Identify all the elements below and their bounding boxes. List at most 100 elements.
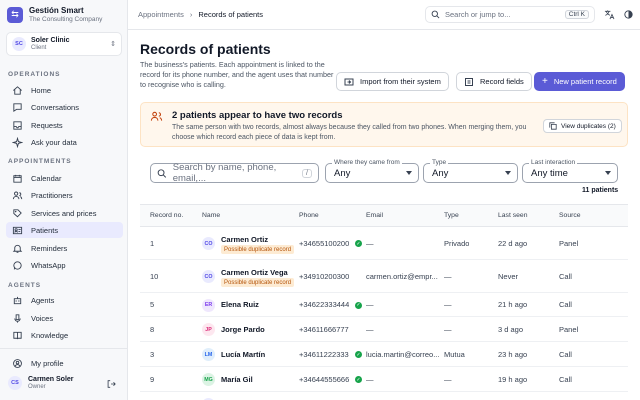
phone: +34655100200 [299,238,350,248]
sidebar-item-patients[interactable]: Patients [6,222,123,238]
sidebar-item-voices[interactable]: Voices [6,310,123,326]
global-search[interactable]: Search or jump to... Ctrl K [425,6,595,23]
topbar: Appointments › Records of patients Searc… [128,0,640,30]
col-last-seen[interactable]: Last seen [498,212,527,219]
breadcrumb-appointments[interactable]: Appointments [138,10,184,19]
table-row[interactable]: 8 JP Jorge Pardo +34611666777 — — 3 d ago Panel [140,317,628,342]
sidebar-item-calendar[interactable]: Calendar [6,170,123,186]
patient-type: Mutua [444,349,465,359]
sidebar-item-my-profile[interactable]: My profile [6,355,123,371]
last-seen: 22 d ago [498,238,528,248]
patient-name[interactable]: María Gil [221,375,253,384]
sidebar-item-label: Requests [31,120,63,130]
import-icon [344,78,354,85]
brand[interactable]: ⇆ Gestión Smart The Consulting Company [7,6,102,23]
record-number: 10 [150,271,159,281]
sidebar-item-knowledge[interactable]: Knowledge [6,327,123,343]
verified-check-icon: ✓ [355,301,362,309]
import-button[interactable]: Import from their system [336,72,449,91]
col-email[interactable]: Email [366,212,383,219]
source-select-label: Where they came from [332,159,402,166]
source: Call [559,300,572,309]
sidebar-item-label: Voices [31,313,54,323]
client-switcher[interactable]: SC Soler Clinic Client ⇕ [6,32,122,56]
phone: +34910200300 [299,271,350,281]
last-seen: 3 d ago [498,324,524,334]
patient-type: — [444,374,452,384]
col-type[interactable]: Type [444,212,459,219]
patient-name[interactable]: Jorge Pardo [221,325,265,334]
sidebar-item-agents[interactable]: Agents [6,292,123,308]
source: Panel [559,238,579,248]
phone: +34611222333 [299,349,349,359]
source: Panel [559,324,579,334]
logout-icon[interactable] [106,379,116,389]
phone: +34622333444 [299,300,350,309]
sidebar-item-conversations[interactable]: Conversations [6,99,123,115]
table-row[interactable]: 7PGPedro Gómez+34644455551———— [140,392,628,400]
sidebar-item-label: Ask your data [31,137,77,147]
col-phone[interactable]: Phone [299,212,319,219]
email: — [366,374,374,384]
view-duplicates-label: View duplicates (2) [561,122,616,130]
table-row[interactable]: 5 ER Elena Ruiz +34622333444 ✓ — — 21 h ago Call [140,293,628,317]
slash-shortcut: / [302,168,312,178]
table-row[interactable]: 9 MG María Gil +34644555666 ✓ — — 19 h ago Call [140,367,628,392]
sidebar-item-services-and-prices[interactable]: Services and prices [6,205,123,221]
source-select-value: Any [334,167,351,179]
brand-logo-icon: ⇆ [7,6,23,23]
patient-type: — [444,271,452,281]
plus-icon: + [542,76,548,87]
col-name[interactable]: Name [202,212,220,219]
col-source[interactable]: Source [559,212,581,219]
last-seen: 23 h ago [498,349,528,359]
sidebar-item-reminders[interactable]: Reminders [6,240,123,256]
table-row[interactable]: 3 LM Lucía Martín +34611222333 ✓ lucia.martin… [140,342,628,367]
brand-subtitle: The Consulting Company [29,16,103,23]
patient-name[interactable]: Lucía Martín [221,350,265,359]
source-select[interactable]: Where they came from Any [325,159,419,183]
sparkle-icon [12,136,23,148]
patient-name[interactable]: Elena Ruiz [221,300,259,309]
table-row[interactable]: 1 CO Carmen Ortiz Possible duplicate record… [140,227,628,260]
last-seen: 19 h ago [498,374,528,384]
shortcut-badge: Ctrl K [564,10,589,19]
phone: +34611666777 [299,324,349,334]
patient-search-input[interactable]: Search by name, phone, email,... / [150,162,319,184]
section-appointments: APPOINTMENTS [8,158,72,165]
main-content: Records of patients The business's patie… [128,31,640,400]
avatar: ER [202,298,215,312]
email: lucia.martin@correo... [366,349,440,359]
last-seen: 21 h ago [498,300,528,309]
sidebar-item-home[interactable]: Home [6,82,123,98]
view-duplicates-button[interactable]: View duplicates (2) [543,119,622,133]
last-interaction-select[interactable]: Last interaction Any time [522,159,618,183]
duplicates-icon [549,122,557,130]
type-select[interactable]: Type Any [423,159,518,183]
new-patient-record-button[interactable]: + New patient record [534,72,625,91]
translate-icon[interactable] [604,9,615,20]
sidebar-item-label: Agents [31,295,55,305]
last-interaction-value: Any time [531,167,568,179]
sidebar-item-label: WhatsApp [31,260,66,270]
mic-icon [14,313,21,323]
bell-icon [12,244,23,253]
agents-icon [13,296,22,304]
patient-name[interactable]: Carmen Ortiz [221,235,268,244]
sidebar-item-ask-your-data[interactable]: Ask your data [6,134,123,150]
sidebar-item-practitioners[interactable]: Practitioners [6,187,123,203]
col-record-no[interactable]: Record no. [150,212,183,219]
sidebar-item-requests[interactable]: Requests [6,117,123,133]
sidebar: ⇆ Gestión Smart The Consulting Company S… [0,0,128,400]
table-row[interactable]: 10 CO Carmen Ortiz Vega Possible duplicate … [140,260,628,293]
avatar: MG [202,373,215,386]
record-fields-button[interactable]: Record fields [456,72,532,91]
sidebar-item-whatsapp[interactable]: WhatsApp [6,257,123,273]
search-icon [431,10,440,19]
patient-name[interactable]: Carmen Ortiz Vega [221,268,288,277]
last-seen: Never [498,271,519,281]
page-title: Records of patients [140,41,271,57]
avatar: CO [202,237,215,250]
sidebar-item-label: My profile [31,358,64,368]
theme-toggle-icon[interactable] [623,9,634,20]
